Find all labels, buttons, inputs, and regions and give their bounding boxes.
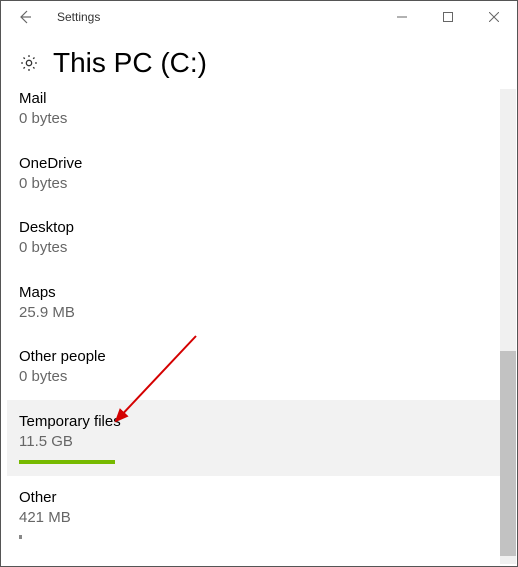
storage-item-name: Mail (19, 89, 499, 109)
maximize-button[interactable] (425, 1, 471, 33)
minimize-button[interactable] (379, 1, 425, 33)
storage-item-name: Desktop (19, 218, 499, 238)
storage-item-size: 0 bytes (19, 174, 499, 194)
scrollbar-thumb[interactable] (500, 351, 516, 556)
titlebar: Settings (1, 1, 517, 33)
storage-item-maps[interactable]: Maps25.9 MB (19, 271, 499, 336)
page-header: This PC (C:) (1, 33, 517, 89)
storage-item-other[interactable]: Other421 MB (19, 476, 499, 551)
storage-item-other-people[interactable]: Other people0 bytes (19, 335, 499, 400)
gear-icon (19, 53, 39, 73)
storage-item-size: 0 bytes (19, 367, 499, 387)
storage-item-size: 0 bytes (19, 238, 499, 258)
arrow-left-icon (17, 9, 33, 25)
window-title: Settings (57, 10, 100, 24)
content-area: Mail0 bytesOneDrive0 bytesDesktop0 bytes… (1, 89, 517, 564)
back-button[interactable] (9, 1, 41, 33)
storage-item-size: 0 bytes (19, 109, 499, 129)
storage-item-size: 421 MB (19, 508, 499, 528)
storage-item-mail[interactable]: Mail0 bytes (19, 89, 499, 142)
window-controls (379, 1, 517, 33)
storage-item-meter (19, 535, 22, 539)
close-icon (489, 12, 499, 22)
storage-item-size: 11.5 GB (19, 432, 499, 452)
storage-item-name: OneDrive (19, 154, 499, 174)
close-button[interactable] (471, 1, 517, 33)
page-title: This PC (C:) (53, 47, 207, 79)
storage-item-desktop[interactable]: Desktop0 bytes (19, 206, 499, 271)
storage-item-size: 25.9 MB (19, 303, 499, 323)
minimize-icon (397, 12, 407, 22)
storage-item-temporary-files[interactable]: Temporary files11.5 GB (7, 400, 511, 477)
storage-item-name: Other (19, 488, 499, 508)
storage-item-name: Temporary files (19, 412, 499, 432)
storage-item-meter-fill (19, 460, 115, 464)
storage-item-name: Other people (19, 347, 499, 367)
storage-item-onedrive[interactable]: OneDrive0 bytes (19, 142, 499, 207)
storage-item-meter (19, 460, 499, 464)
storage-item-name: Maps (19, 283, 499, 303)
storage-list: Mail0 bytesOneDrive0 bytesDesktop0 bytes… (1, 89, 517, 551)
maximize-icon (443, 12, 453, 22)
